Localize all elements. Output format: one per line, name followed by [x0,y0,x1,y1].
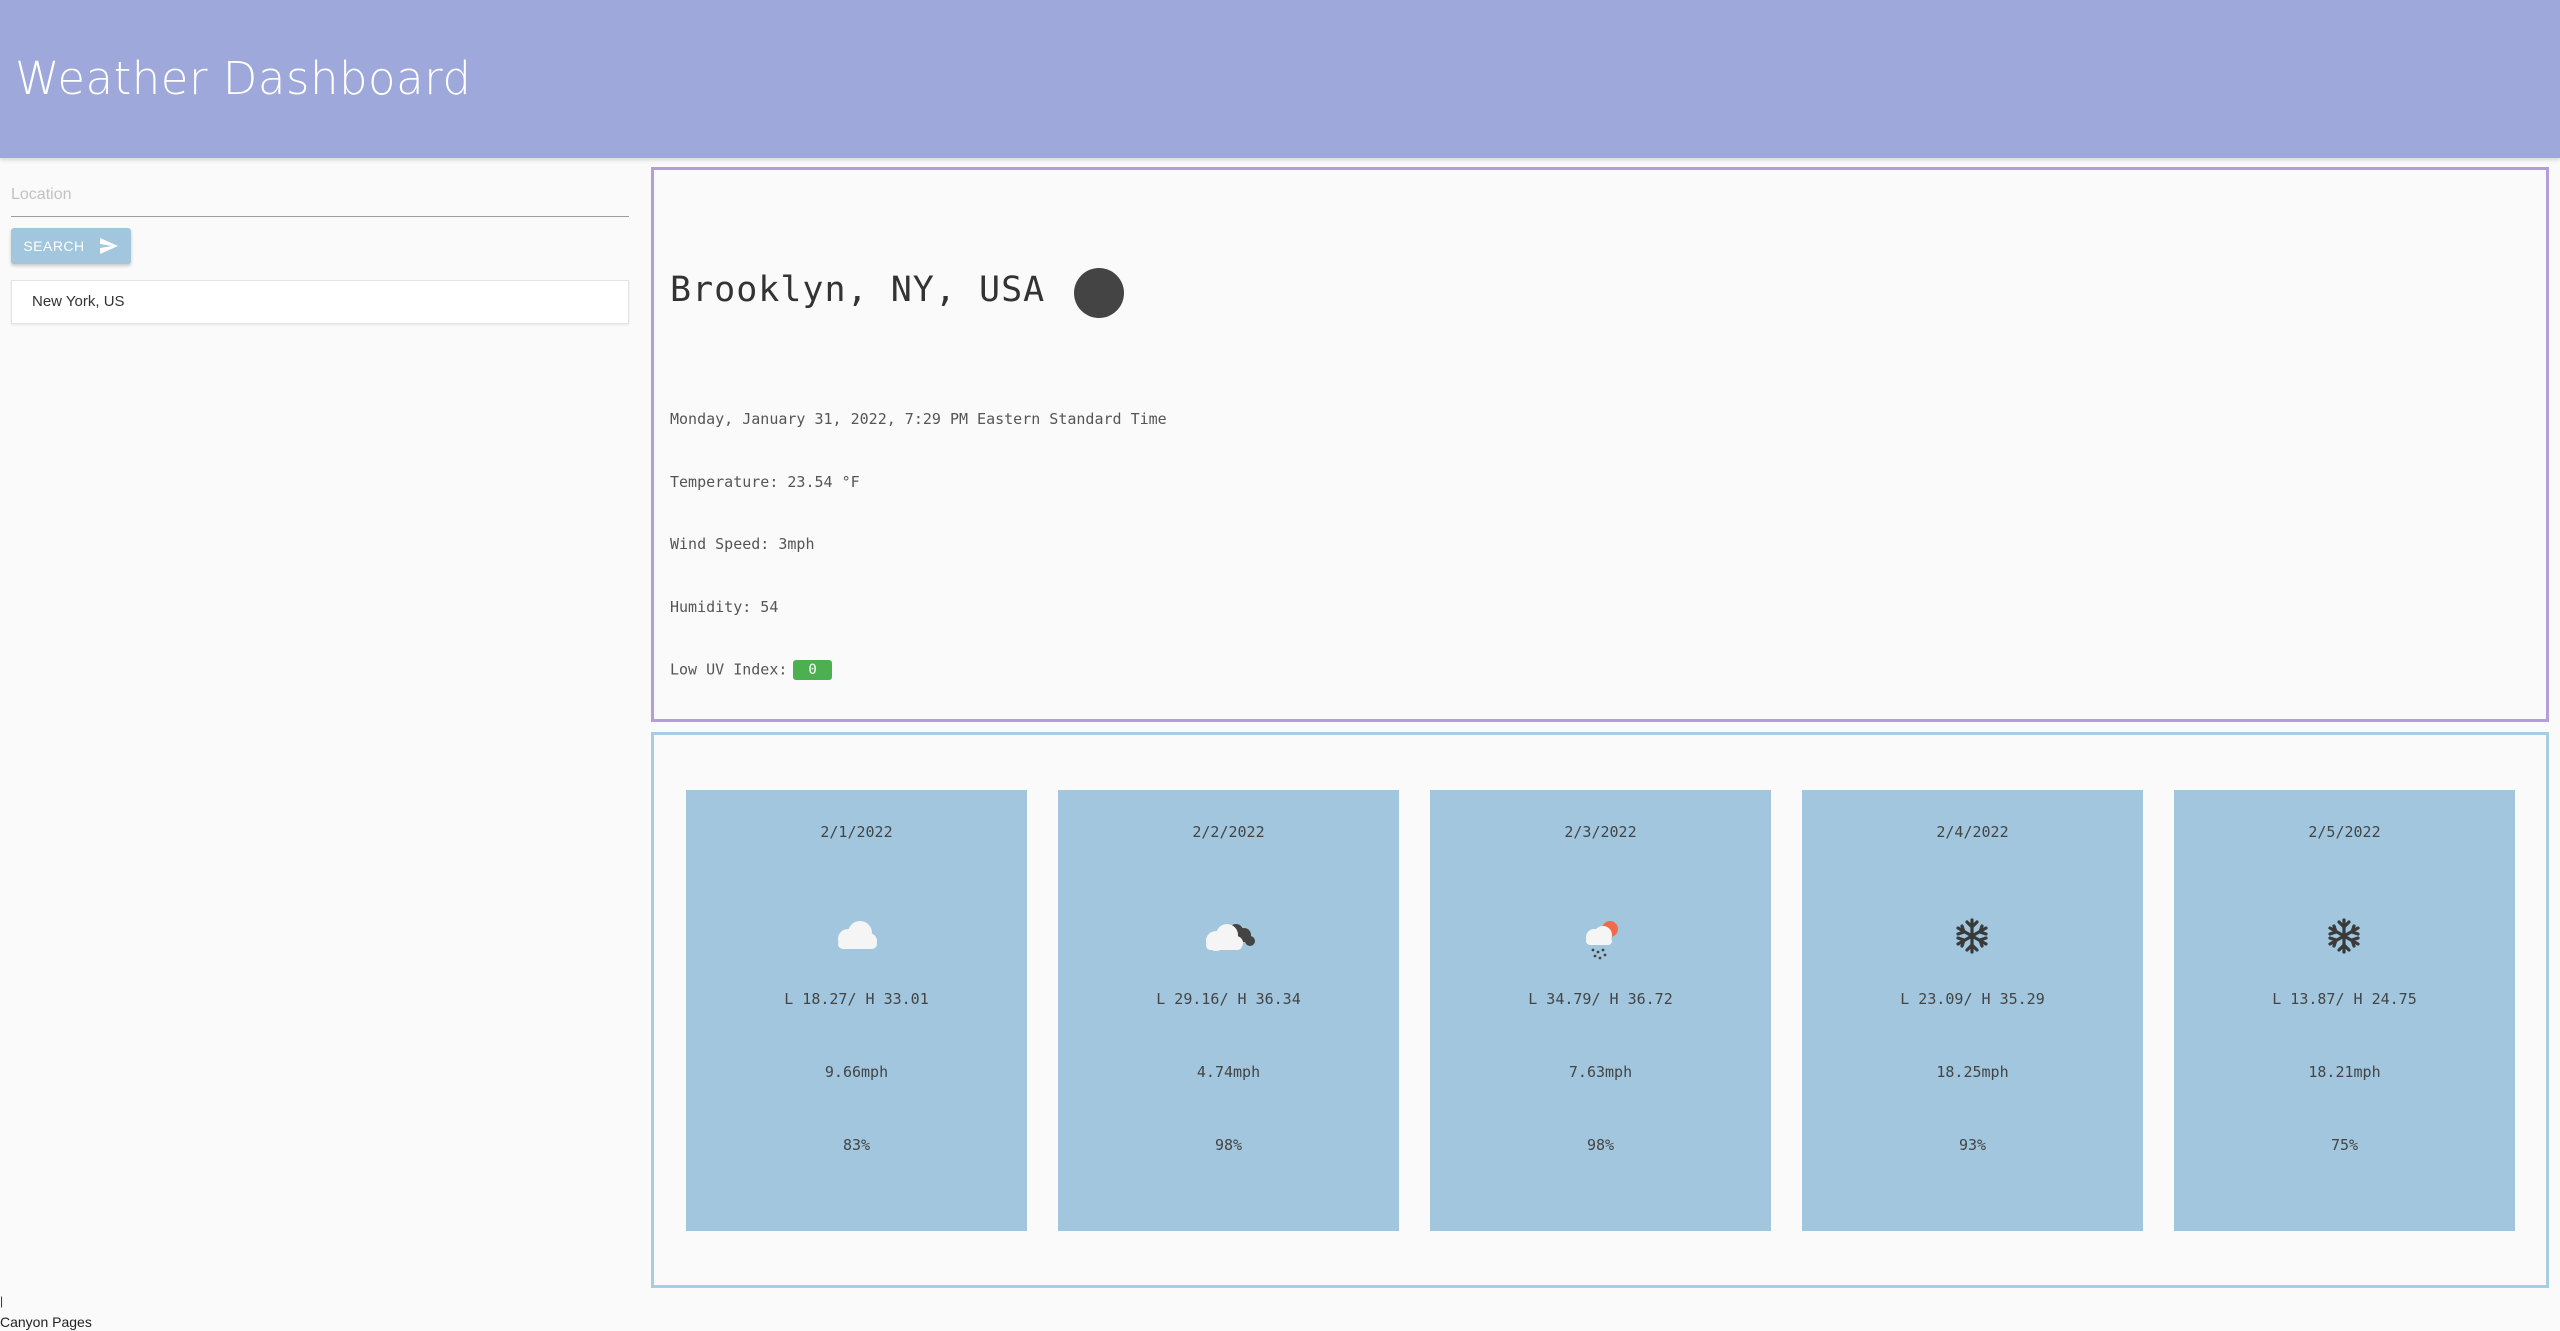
forecast-wind: 18.21mph [2308,1063,2381,1081]
forecast-humidity: 98% [1214,1136,1243,1154]
page-title: Weather Dashboard [15,52,472,105]
location-input[interactable] [11,180,629,216]
forecast-date: 2/1/2022 [820,823,893,841]
uv-index-label: Low UV Index: [670,660,788,679]
forecast-humidity: 75% [2330,1136,2359,1154]
send-icon [99,238,118,254]
forecast-card: 2/1/2022 L 18.27/ H 33.01 9.66mph 83% [686,790,1027,1231]
rain-sun-icon [1586,921,1618,960]
current-humidity: Humidity: 54 [670,598,779,616]
forecast-humidity: 93% [1958,1136,1987,1154]
forecast-temp: L 13.87/ H 24.75 [2272,990,2417,1008]
city-name: Brooklyn, NY, USA [670,270,1046,310]
forecast-temp: L 34.79/ H 36.72 [1528,990,1673,1008]
current-weather-panel: Brooklyn, NY, USA Monday, January 31, 20… [651,167,2549,722]
current-wind-speed: Wind Speed: 3mph [670,535,815,553]
weather-condition-icon [1074,268,1124,318]
forecast-card: 2/5/2022 L 13.87/ H 24.75 18.21mph 75% [2174,790,2515,1231]
forecast-wind: 18.25mph [1936,1063,2009,1081]
forecast-panel: 2/1/2022 L 18.27/ H 33.01 9.66mph 83% 2/… [651,732,2549,1288]
uv-index-row: Low UV Index: 0 [670,660,832,680]
app-header: Weather Dashboard [0,0,2560,158]
cloud-icon [838,921,877,949]
forecast-temp: L 29.16/ H 36.34 [1156,990,1301,1008]
forecast-temp: L 23.09/ H 35.29 [1900,990,2045,1008]
forecast-temp: L 18.27/ H 33.01 [784,990,929,1008]
forecast-wind: 9.66mph [824,1063,889,1081]
forecast-wind: 7.63mph [1568,1063,1633,1081]
footer-text: Canyon Pages [0,1314,92,1330]
forecast-humidity: 98% [1586,1136,1615,1154]
uv-index-badge: 0 [793,660,832,680]
footer-mark: | [0,1294,4,1308]
forecast-date: 2/3/2022 [1564,823,1637,841]
overcast-clouds-icon [1206,924,1255,951]
sidebar: Location SEARCH New York, US [0,158,645,1288]
forecast-card: 2/4/2022 L 23.09/ H 35.29 18.25mph 93% [1802,790,2143,1231]
history-item[interactable]: New York, US [11,280,629,324]
location-underline [11,216,629,217]
forecast-card: 2/2/2022 L 29.16/ H 36.34 4.74mph 98% [1058,790,1399,1231]
current-temperature: Temperature: 23.54 °F [670,473,860,491]
forecast-date: 2/5/2022 [2308,823,2381,841]
search-button[interactable]: SEARCH [11,228,131,264]
snowflake-icon [2328,918,2360,954]
forecast-wind: 4.74mph [1196,1063,1261,1081]
current-datetime: Monday, January 31, 2022, 7:29 PM Easter… [670,410,1167,428]
forecast-date: 2/2/2022 [1192,823,1265,841]
snowflake-icon [1956,918,1988,954]
forecast-date: 2/4/2022 [1936,823,2009,841]
forecast-humidity: 83% [842,1136,871,1154]
search-button-label: SEARCH [23,238,85,254]
forecast-card: 2/3/2022 L 34.79/ H 36.72 7.63mph 98% [1430,790,1771,1231]
